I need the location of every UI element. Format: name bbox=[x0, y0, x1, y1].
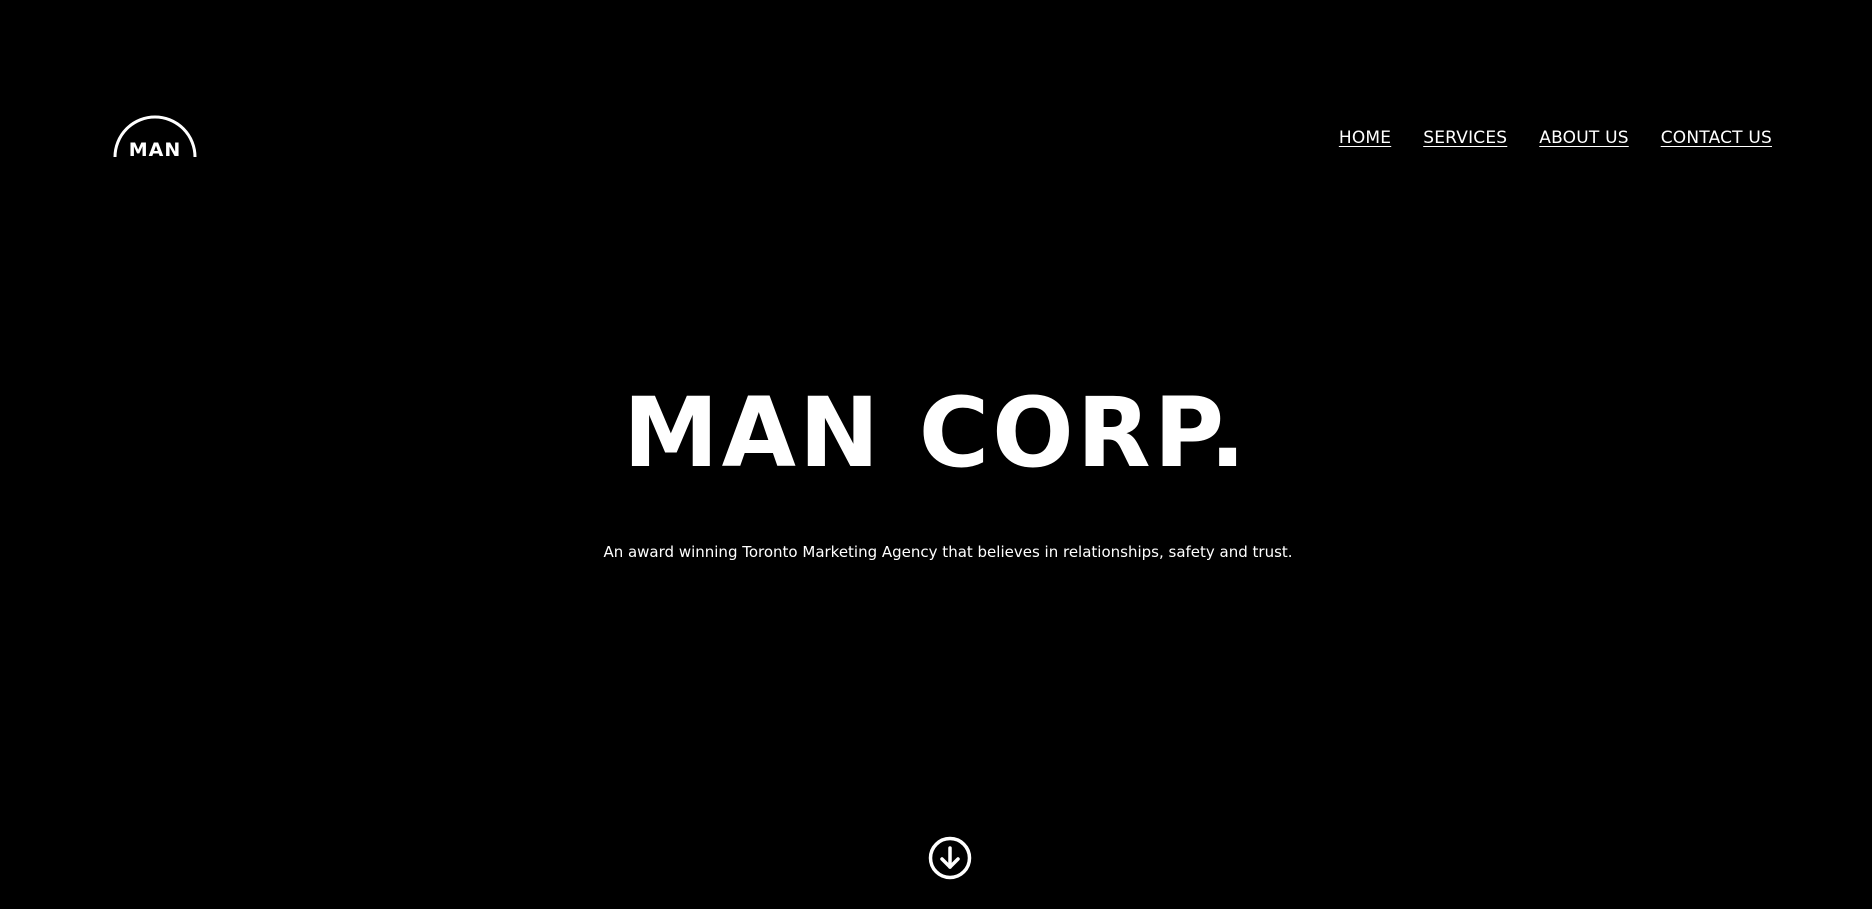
nav-item-contact-us[interactable]: CONTACT US bbox=[1661, 128, 1772, 148]
hero-subtitle: An award winning Toronto Marketing Agenc… bbox=[603, 543, 1293, 561]
brand-logo[interactable]: MAN bbox=[112, 110, 198, 160]
arrow-down-circle-icon bbox=[928, 836, 972, 880]
man-logo-icon: MAN bbox=[113, 115, 197, 160]
scroll-down-button[interactable] bbox=[928, 836, 972, 880]
logo-text: MAN bbox=[129, 139, 182, 160]
landing-page: MAN HOME SERVICES ABOUT US CONTACT US MA… bbox=[0, 0, 1872, 909]
main-nav: HOME SERVICES ABOUT US CONTACT US bbox=[1339, 128, 1772, 148]
nav-item-about-us[interactable]: ABOUT US bbox=[1539, 128, 1628, 148]
nav-item-services[interactable]: SERVICES bbox=[1423, 128, 1507, 148]
hero-title: MAN CORP. bbox=[623, 377, 1249, 489]
nav-item-home[interactable]: HOME bbox=[1339, 128, 1391, 148]
